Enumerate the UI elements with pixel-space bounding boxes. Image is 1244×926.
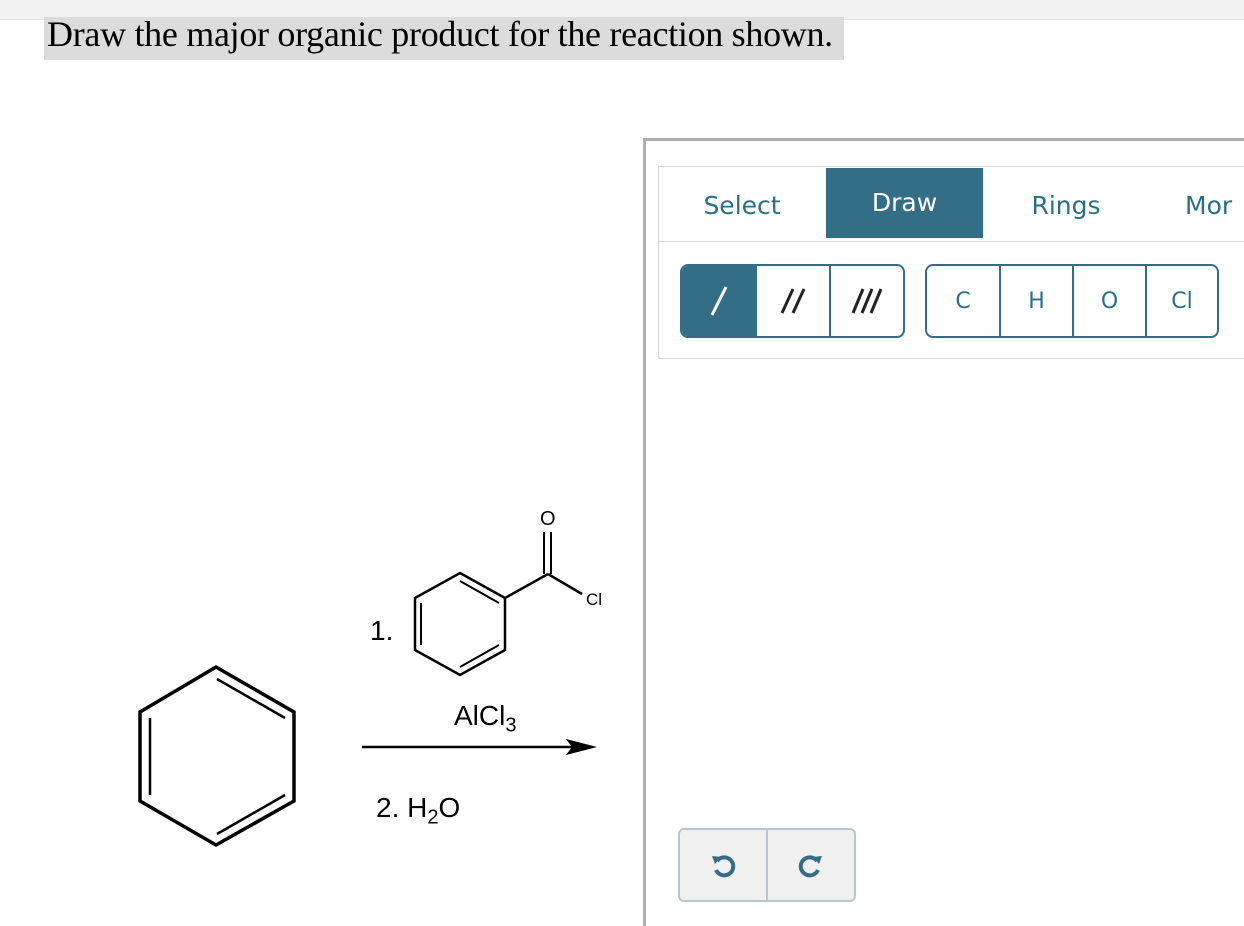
tab-rings[interactable]: Rings <box>983 167 1149 239</box>
acyl-chlorine-label: Cl <box>586 590 603 609</box>
reagent-alcl3-main: AlCl <box>454 700 506 731</box>
atom-h-button[interactable]: H <box>1001 266 1074 336</box>
reagent-water-suffix: O <box>438 792 461 823</box>
undo-button[interactable] <box>680 830 768 900</box>
atom-buttons: C H O Cl <box>925 264 1219 338</box>
acyl-oxygen-label: O <box>540 508 556 530</box>
undo-icon <box>712 855 736 878</box>
step-1-number: 1. <box>370 615 394 646</box>
reagent-water-prefix: 2. H <box>376 792 428 823</box>
tab-draw[interactable]: Draw <box>826 168 983 238</box>
atom-o-button[interactable]: O <box>1074 266 1147 336</box>
reagent-alcl3-subscript: 3 <box>505 714 517 737</box>
atom-c-button[interactable]: C <box>927 266 1001 336</box>
reagent-water: 2. H2O <box>376 792 460 830</box>
atom-cl-button[interactable]: Cl <box>1147 266 1217 336</box>
tab-more[interactable]: Mor <box>1185 167 1244 239</box>
editor-toolbar: Select Draw Rings Mor C H O Cl <box>658 166 1244 359</box>
double-bond-button[interactable] <box>757 266 831 336</box>
reagent-alcl3: AlCl3 <box>454 700 516 738</box>
single-bond-icon <box>710 286 727 316</box>
benzene-reactant <box>138 664 296 848</box>
reagent-water-subscript: 2 <box>427 806 439 829</box>
undo-redo-group <box>678 828 856 902</box>
tab-row: Select Draw Rings Mor <box>659 167 1244 242</box>
reaction-scheme <box>138 532 597 848</box>
single-bond-button[interactable] <box>682 266 757 336</box>
benzoyl-chloride <box>413 532 583 677</box>
triple-bond-button[interactable] <box>831 266 903 336</box>
bond-buttons <box>680 264 905 338</box>
redo-button[interactable] <box>768 830 854 900</box>
double-bond-icon <box>780 288 806 314</box>
tab-select[interactable]: Select <box>659 167 825 239</box>
redo-icon <box>798 855 822 878</box>
triple-bond-icon <box>851 288 883 314</box>
reaction-arrow <box>362 739 597 755</box>
